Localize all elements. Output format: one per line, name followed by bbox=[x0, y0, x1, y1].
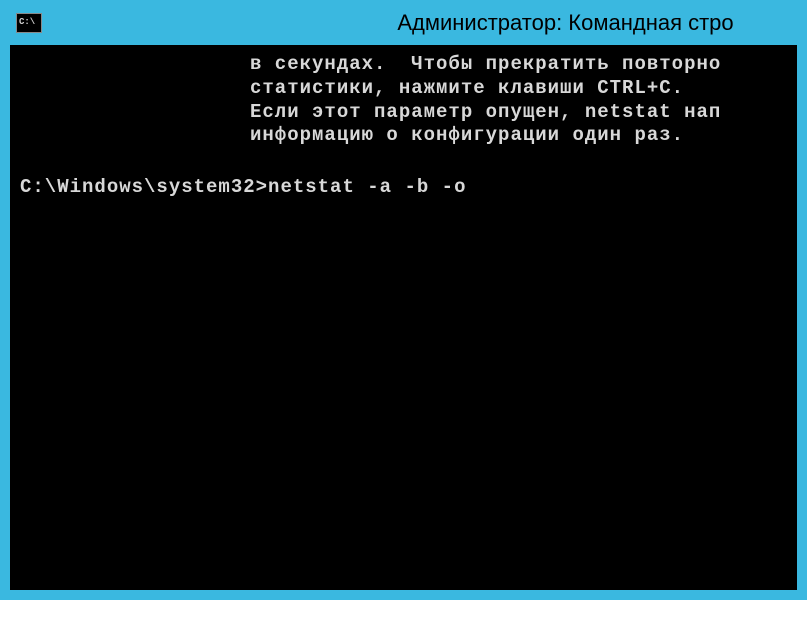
help-line-3: Если этот параметр опущен, netstat нап bbox=[20, 101, 787, 125]
console-area[interactable]: в секундах. Чтобы прекратить повторно ст… bbox=[10, 45, 797, 590]
prompt: C:\Windows\system32> bbox=[20, 176, 268, 198]
command-line: C:\Windows\system32>netstat -a -b -o bbox=[20, 176, 787, 200]
help-line-4: информацию о конфигурации один раз. bbox=[20, 124, 787, 148]
command-prompt-window: C:\ Администратор: Командная стро в секу… bbox=[0, 0, 807, 600]
window-title: Администратор: Командная стро bbox=[52, 10, 799, 36]
command-input[interactable]: netstat -a -b -o bbox=[268, 176, 466, 198]
help-line-2: статистики, нажмите клавиши CTRL+C. bbox=[20, 77, 787, 101]
titlebar[interactable]: C:\ Администратор: Командная стро bbox=[0, 0, 807, 45]
console-icon-label: C:\ bbox=[19, 18, 35, 27]
console-icon[interactable]: C:\ bbox=[16, 13, 42, 33]
help-line-1: в секундах. Чтобы прекратить повторно bbox=[20, 53, 787, 77]
